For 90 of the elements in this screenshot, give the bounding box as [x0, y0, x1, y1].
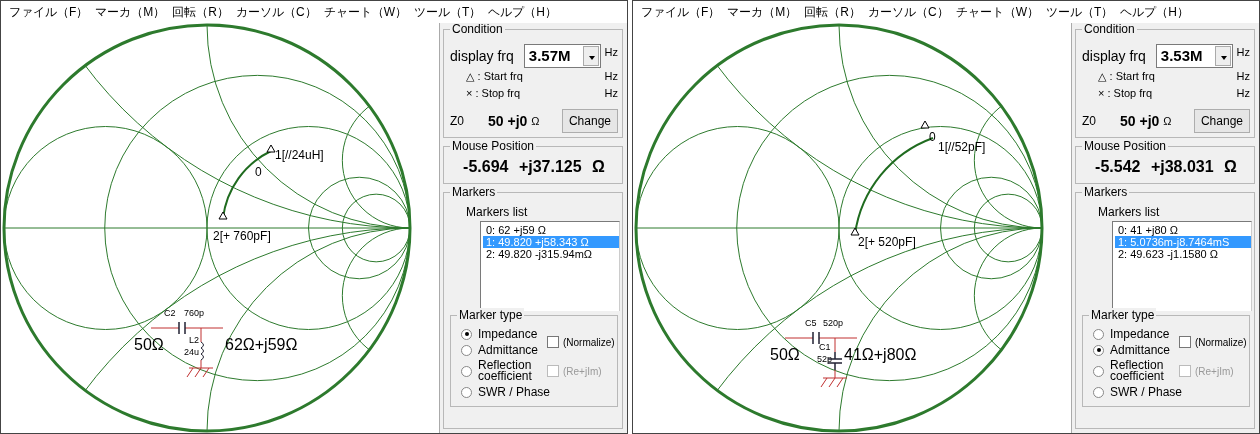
- marker-triangle-icon: [850, 227, 860, 236]
- group-title: Condition: [1082, 23, 1137, 36]
- field-label: display frq: [1082, 46, 1146, 66]
- frequency-dropdown[interactable]: 3.53M: [1155, 44, 1233, 68]
- unit-label: Hz: [1236, 85, 1250, 101]
- unit-label: Hz: [604, 85, 618, 101]
- component-name: C1: [819, 343, 831, 352]
- list-item[interactable]: 2: 49.820 -j315.94mΩ: [483, 248, 619, 260]
- unit-label: Ω: [1163, 113, 1172, 129]
- checkbox[interactable]: (Normalize): [1179, 334, 1247, 350]
- group-title: Markers: [450, 185, 498, 199]
- marker-label: 1[//52pF]: [938, 141, 986, 153]
- group-title: Marker type: [1089, 308, 1157, 322]
- unit-label: Hz: [1236, 45, 1250, 60]
- marker-label: 2[+ 520pF]: [858, 236, 916, 248]
- field-label: × : Stop frq: [466, 85, 521, 101]
- radio-button[interactable]: [1093, 386, 1104, 398]
- component-name: C2: [164, 309, 176, 318]
- radio-option[interactable]: Reflection coefficient: [1093, 360, 1179, 382]
- menu-item[interactable]: ツール（T）: [1044, 4, 1119, 20]
- radio-option[interactable]: Impedance: [461, 328, 547, 340]
- menu-item[interactable]: ツール（T）: [412, 4, 487, 20]
- radio-button[interactable]: [1093, 365, 1104, 377]
- radio-button[interactable]: [461, 365, 472, 377]
- change-button[interactable]: Change: [561, 109, 618, 133]
- menu-item[interactable]: チャート（W）: [953, 4, 1044, 20]
- field-label: display frq: [450, 46, 514, 66]
- group-title: Condition: [450, 23, 505, 36]
- change-button[interactable]: Change: [1193, 109, 1250, 133]
- list-label: Markers list: [1098, 204, 1161, 221]
- group-title: Mouse Position: [1082, 139, 1169, 153]
- group-title: Mouse Position: [450, 139, 537, 153]
- marker-triangle-icon: [920, 120, 930, 129]
- marker-label: 2[+ 760pF]: [213, 230, 271, 242]
- menu-item[interactable]: チャート（W）: [321, 4, 412, 20]
- radio-option[interactable]: Admittance: [461, 344, 547, 356]
- field-label: Z0: [1082, 113, 1096, 130]
- z0-value: 50 +j0: [1120, 111, 1160, 131]
- z0-value: 50 +j0: [488, 111, 528, 131]
- menu-item[interactable]: 回転（R）: [170, 4, 234, 20]
- source-impedance-label: 50Ω: [770, 347, 800, 363]
- menu-item[interactable]: ヘルプ（H）: [486, 4, 563, 20]
- field-label: △ : Start frq: [1098, 69, 1155, 84]
- component-name: L2: [189, 336, 199, 345]
- component-name: C5: [805, 319, 817, 328]
- radio-button[interactable]: [461, 328, 472, 340]
- field-label: △ : Start frq: [466, 69, 523, 84]
- field-label: Z0: [450, 113, 464, 130]
- unit-label: Hz: [1236, 69, 1250, 84]
- frequency-dropdown[interactable]: 3.57M: [523, 44, 601, 68]
- list-item[interactable]: 2: 49.623 -j1.1580 Ω: [1115, 248, 1251, 260]
- menu-item[interactable]: カーソル（C）: [234, 4, 322, 20]
- radio-button[interactable]: [461, 344, 472, 356]
- menu-item[interactable]: カーソル（C）: [866, 4, 954, 20]
- load-impedance-label: 62Ω+j59Ω: [225, 337, 298, 353]
- menu-item[interactable]: ヘルプ（H）: [1118, 4, 1195, 20]
- checkbox[interactable]: (Normalize): [547, 334, 615, 350]
- unit-label: Hz: [604, 45, 618, 60]
- marker-triangle-icon: [218, 211, 228, 220]
- group-title: Marker type: [457, 308, 525, 322]
- list-item[interactable]: 0: 41 +j80 Ω: [1115, 224, 1251, 236]
- component-value: 520p: [823, 319, 844, 328]
- component-value: 760p: [184, 309, 205, 318]
- radio-option[interactable]: Impedance: [1093, 328, 1179, 340]
- radio-button[interactable]: [461, 386, 472, 398]
- menu-item[interactable]: ファイル（F）: [7, 4, 94, 20]
- group-title: Markers: [1082, 185, 1130, 199]
- unit-label: Ω: [531, 113, 540, 129]
- marker-triangle-icon: [266, 144, 276, 153]
- unit-label: Hz: [604, 69, 618, 84]
- menu-item[interactable]: マーカ（M）: [725, 4, 803, 20]
- mouse-position-value: -5.694 +j37.125 Ω: [462, 157, 606, 177]
- list-label: Markers list: [466, 204, 529, 221]
- component-value: 24u: [184, 348, 200, 357]
- marker-label: 1[//24uH]: [275, 149, 324, 161]
- menu-item[interactable]: マーカ（M）: [93, 4, 171, 20]
- radio-button[interactable]: [1093, 328, 1104, 340]
- mouse-position-value: -5.542 +j38.031 Ω: [1094, 157, 1238, 177]
- component-value: 52p: [817, 355, 833, 364]
- menu-item[interactable]: ファイル（F）: [639, 4, 726, 20]
- list-item[interactable]: 0: 62 +j59 Ω: [483, 224, 619, 236]
- marker-label: 0: [929, 131, 936, 143]
- field-label: × : Stop frq: [1098, 85, 1153, 101]
- load-impedance-label: 41Ω+j80Ω: [844, 347, 917, 363]
- radio-option[interactable]: Reflection coefficient: [461, 360, 547, 382]
- marker-label: 0: [255, 166, 262, 178]
- source-impedance-label: 50Ω: [134, 337, 164, 353]
- radio-button[interactable]: [1093, 344, 1104, 356]
- menu-item[interactable]: 回転（R）: [802, 4, 866, 20]
- radio-option[interactable]: Admittance: [1093, 344, 1179, 356]
